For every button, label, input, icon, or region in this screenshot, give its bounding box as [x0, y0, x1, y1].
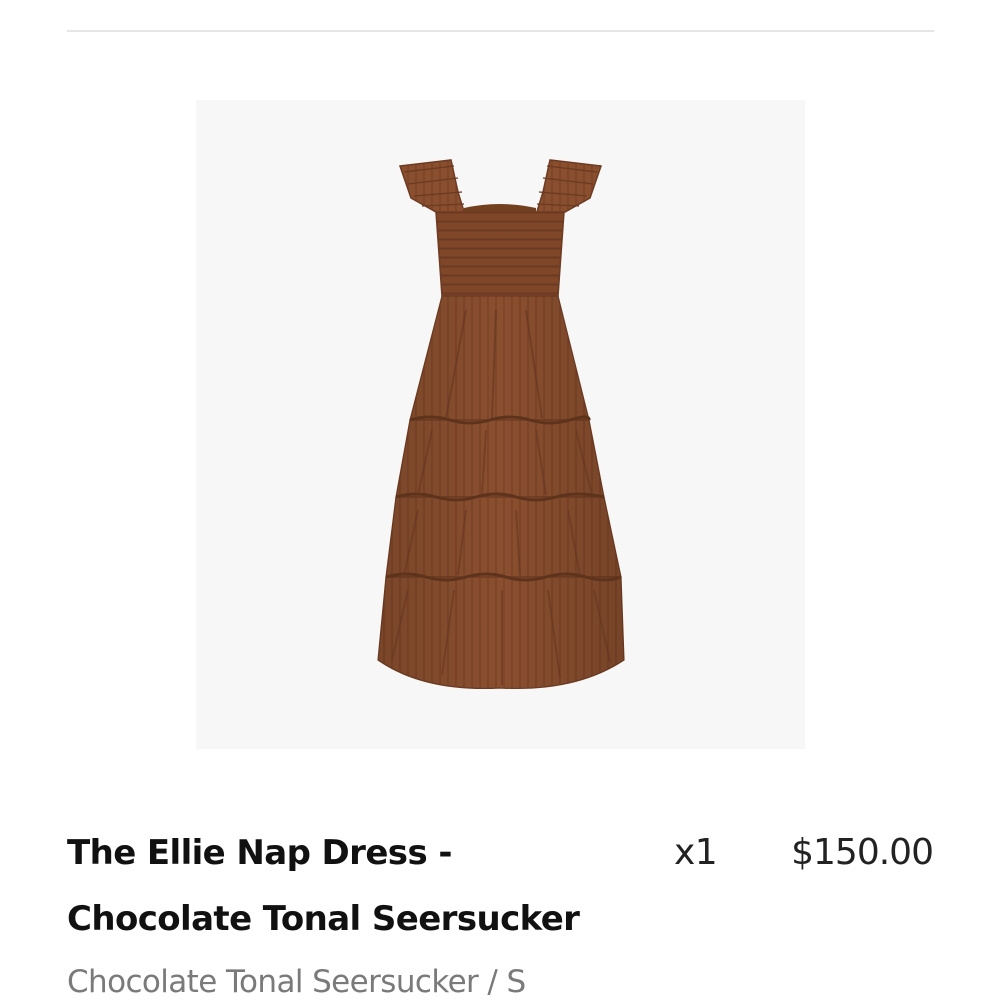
variant-label: Chocolate Tonal Seersucker / S — [67, 964, 526, 1000]
product-image — [196, 100, 805, 749]
price-label: $150.00 — [791, 832, 934, 873]
section-divider — [67, 30, 934, 32]
product-title: The Ellie Nap Dress - Chocolate Tonal Se… — [67, 833, 580, 939]
dress-illustration — [377, 159, 625, 690]
quantity-label: x1 — [674, 832, 718, 873]
